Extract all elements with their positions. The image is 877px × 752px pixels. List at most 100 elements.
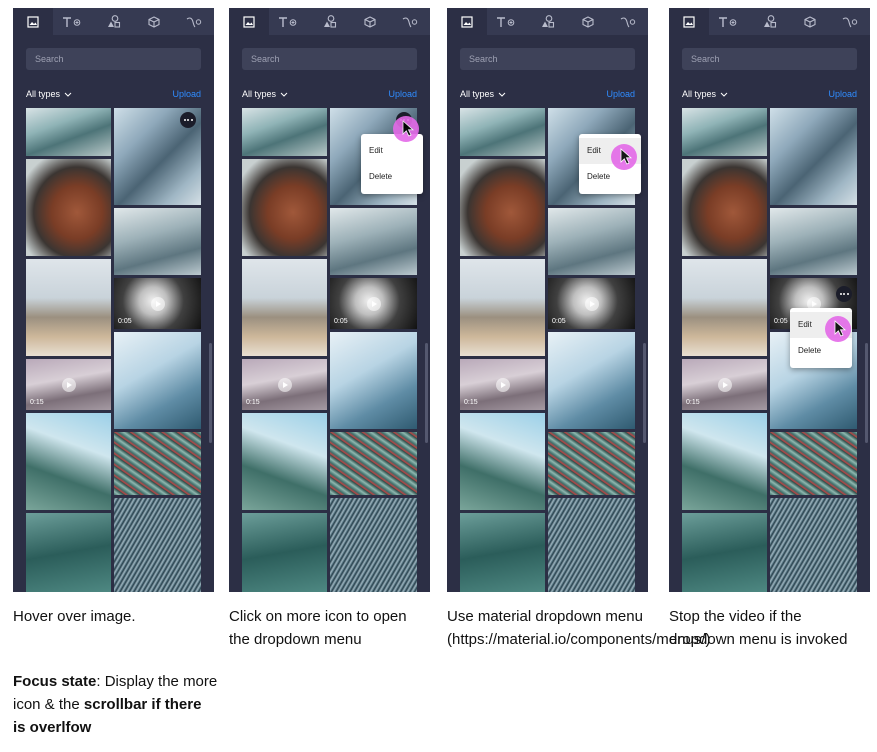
- thumb-architecture-2[interactable]: [682, 159, 767, 256]
- upload-link[interactable]: Upload: [606, 89, 635, 99]
- text-icon: [718, 16, 740, 28]
- thumb-architecture-6[interactable]: [770, 108, 857, 205]
- thumb-video-2[interactable]: 0:15: [242, 359, 327, 410]
- tab-path[interactable]: [608, 8, 648, 35]
- thumb-architecture-5[interactable]: [682, 513, 767, 592]
- more-icon[interactable]: [836, 286, 852, 302]
- scrollbar[interactable]: [209, 343, 212, 443]
- tab-shapes[interactable]: [749, 8, 789, 35]
- thumb-video-1[interactable]: 0:05: [330, 278, 417, 329]
- thumb-architecture-4[interactable]: [460, 413, 545, 510]
- thumb-architecture-3[interactable]: [242, 259, 327, 356]
- tab-text[interactable]: [709, 8, 749, 35]
- scrollbar[interactable]: [865, 343, 868, 443]
- thumb-architecture-3[interactable]: [460, 259, 545, 356]
- thumb-architecture-5[interactable]: [26, 513, 111, 592]
- scrollbar[interactable]: [425, 343, 428, 443]
- thumb-architecture-5[interactable]: [242, 513, 327, 592]
- thumb-architecture-9[interactable]: [770, 432, 857, 495]
- tab-3d-cube[interactable]: [134, 8, 174, 35]
- thumb-video-2[interactable]: 0:15: [460, 359, 545, 410]
- thumb-architecture-10[interactable]: [114, 498, 201, 592]
- play-icon[interactable]: [61, 377, 76, 392]
- thumb-architecture-8[interactable]: [330, 332, 417, 429]
- thumb-architecture-8[interactable]: [114, 332, 201, 429]
- play-icon[interactable]: [150, 296, 165, 311]
- shapes-icon: [541, 15, 555, 28]
- search-input[interactable]: Search: [460, 48, 635, 70]
- tab-path[interactable]: [830, 8, 870, 35]
- menu-item-delete[interactable]: Delete: [579, 164, 641, 190]
- tab-shapes[interactable]: [309, 8, 349, 35]
- play-icon[interactable]: [277, 377, 292, 392]
- thumb-architecture-9[interactable]: [114, 432, 201, 495]
- tab-3d-cube[interactable]: [568, 8, 608, 35]
- thumb-architecture-7[interactable]: [548, 208, 635, 275]
- tab-image[interactable]: [669, 8, 710, 35]
- thumb-architecture-2[interactable]: [26, 159, 111, 256]
- tab-text[interactable]: [269, 8, 309, 35]
- type-filter-dropdown[interactable]: All types: [242, 89, 288, 99]
- thumb-architecture-7[interactable]: [770, 208, 857, 275]
- tab-image[interactable]: [13, 8, 54, 35]
- thumb-video-1[interactable]: 0:05: [548, 278, 635, 329]
- video-duration: 0:05: [334, 318, 348, 325]
- search-input[interactable]: Search: [682, 48, 857, 70]
- tab-3d-cube[interactable]: [350, 8, 390, 35]
- thumb-architecture-5[interactable]: [460, 513, 545, 592]
- scrollbar[interactable]: [643, 343, 646, 443]
- tab-shapes[interactable]: [527, 8, 567, 35]
- upload-link[interactable]: Upload: [172, 89, 201, 99]
- play-icon[interactable]: [366, 296, 381, 311]
- type-filter-dropdown[interactable]: All types: [682, 89, 728, 99]
- search-input[interactable]: Search: [242, 48, 417, 70]
- play-icon[interactable]: [495, 377, 510, 392]
- thumb-architecture-7[interactable]: [114, 208, 201, 275]
- thumb-architecture-1[interactable]: [26, 108, 111, 156]
- thumb-architecture-2[interactable]: [460, 159, 545, 256]
- thumb-architecture-7[interactable]: [330, 208, 417, 275]
- thumb-video-1[interactable]: 0:05: [114, 278, 201, 329]
- play-icon[interactable]: [717, 377, 732, 392]
- tab-3d-cube[interactable]: [790, 8, 830, 35]
- caption-material-menu: Use material dropdown menu (https://mate…: [447, 608, 711, 648]
- thumb-architecture-9[interactable]: [330, 432, 417, 495]
- thumb-video-2[interactable]: 0:15: [26, 359, 111, 410]
- tab-text[interactable]: [53, 8, 93, 35]
- more-icon[interactable]: [180, 112, 196, 128]
- thumb-architecture-10[interactable]: [770, 498, 857, 592]
- tab-image[interactable]: [229, 8, 270, 35]
- thumb-architecture-10[interactable]: [548, 498, 635, 592]
- tab-image[interactable]: [447, 8, 488, 35]
- thumb-architecture-1[interactable]: [242, 108, 327, 156]
- 3d-cube-icon: [148, 15, 160, 28]
- type-filter-dropdown[interactable]: All types: [26, 89, 72, 99]
- thumb-architecture-9[interactable]: [548, 432, 635, 495]
- tab-text[interactable]: [487, 8, 527, 35]
- thumb-architecture-3[interactable]: [26, 259, 111, 356]
- thumb-architecture-8[interactable]: [548, 332, 635, 429]
- upload-link[interactable]: Upload: [388, 89, 417, 99]
- image-icon: [27, 15, 39, 28]
- upload-link[interactable]: Upload: [828, 89, 857, 99]
- tab-path[interactable]: [174, 8, 214, 35]
- chevron-down-icon: [498, 92, 506, 97]
- thumb-architecture-3[interactable]: [682, 259, 767, 356]
- tab-shapes[interactable]: [93, 8, 133, 35]
- thumb-architecture-1[interactable]: [460, 108, 545, 156]
- thumb-architecture-4[interactable]: [26, 413, 111, 510]
- thumb-architecture-2[interactable]: [242, 159, 327, 256]
- menu-item-delete[interactable]: Delete: [361, 164, 423, 190]
- tab-path[interactable]: [390, 8, 430, 35]
- thumb-architecture-10[interactable]: [330, 498, 417, 592]
- play-icon[interactable]: [584, 296, 599, 311]
- menu-item-edit[interactable]: Edit: [361, 138, 423, 164]
- thumb-architecture-4[interactable]: [682, 413, 767, 510]
- type-filter-dropdown[interactable]: All types: [460, 89, 506, 99]
- menu-item-delete[interactable]: Delete: [790, 338, 852, 364]
- thumb-architecture-1[interactable]: [682, 108, 767, 156]
- thumb-video-2[interactable]: 0:15: [682, 359, 767, 410]
- cursor-highlight: [825, 316, 851, 342]
- search-input[interactable]: Search: [26, 48, 201, 70]
- thumb-architecture-4[interactable]: [242, 413, 327, 510]
